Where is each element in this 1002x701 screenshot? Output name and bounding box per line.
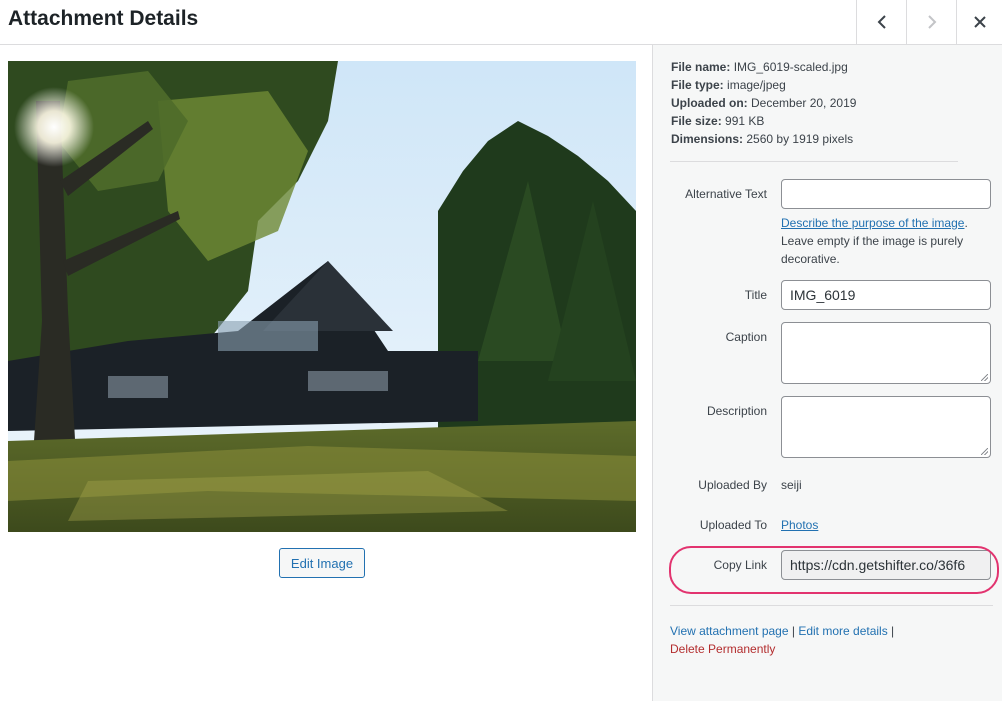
chevron-left-icon xyxy=(877,15,886,29)
uploaded-by-value: seiji xyxy=(781,478,802,492)
uploaded-to-link[interactable]: Photos xyxy=(781,518,818,532)
close-button[interactable] xyxy=(956,0,1002,44)
file-type-label: File type: xyxy=(671,78,724,92)
uploaded-on: December 20, 2019 xyxy=(751,96,857,110)
file-type: image/jpeg xyxy=(727,78,786,92)
uploaded-on-label: Uploaded on: xyxy=(671,96,748,110)
file-info: File name: IMG_6019-scaled.jpg File type… xyxy=(671,58,856,148)
edit-image-button[interactable]: Edit Image xyxy=(279,548,365,578)
alt-text-help-text: Leave empty if the image is purely decor… xyxy=(781,234,964,266)
divider xyxy=(670,161,958,162)
alt-text-help-link[interactable]: Describe the purpose of the image xyxy=(781,216,964,230)
close-icon xyxy=(973,16,986,28)
file-name-label: File name: xyxy=(671,60,731,74)
dimensions: 2560 by 1919 pixels xyxy=(746,132,854,146)
file-name: IMG_6019-scaled.jpg xyxy=(733,60,848,74)
previous-button[interactable] xyxy=(856,0,906,44)
modal-header: Attachment Details xyxy=(0,0,1002,45)
copy-link-label: Copy Link xyxy=(713,558,767,572)
caption-label: Caption xyxy=(725,330,767,344)
title-label: Title xyxy=(744,288,767,302)
delete-permanently-link[interactable]: Delete Permanently xyxy=(670,642,775,656)
edit-more-details-link[interactable]: Edit more details xyxy=(798,624,887,638)
dimensions-label: Dimensions: xyxy=(671,132,744,146)
chevron-right-icon xyxy=(927,15,936,29)
attachment-actions: View attachment page | Edit more details… xyxy=(670,624,895,656)
alt-text-input[interactable] xyxy=(781,179,991,209)
title-input[interactable]: IMG_6019 xyxy=(781,280,991,310)
copy-link-input[interactable]: https://cdn.getshifter.co/36f6 xyxy=(781,550,991,580)
attachment-image xyxy=(8,61,636,532)
page-title: Attachment Details xyxy=(8,7,199,30)
caption-textarea[interactable] xyxy=(781,322,991,384)
view-attachment-link[interactable]: View attachment page xyxy=(670,624,789,638)
uploaded-to-label: Uploaded To xyxy=(699,518,767,532)
description-label: Description xyxy=(706,404,767,418)
details-sidebar: File name: IMG_6019-scaled.jpg File type… xyxy=(652,45,1002,701)
file-size-label: File size: xyxy=(671,114,722,128)
divider xyxy=(670,605,993,606)
uploaded-by-label: Uploaded By xyxy=(698,478,767,492)
next-button[interactable] xyxy=(906,0,956,44)
alt-text-label: Alternative Text xyxy=(685,187,767,201)
description-textarea[interactable] xyxy=(781,396,991,458)
file-size: 991 KB xyxy=(725,114,765,128)
alt-text-help: Describe the purpose of the image. Leave… xyxy=(781,216,968,266)
